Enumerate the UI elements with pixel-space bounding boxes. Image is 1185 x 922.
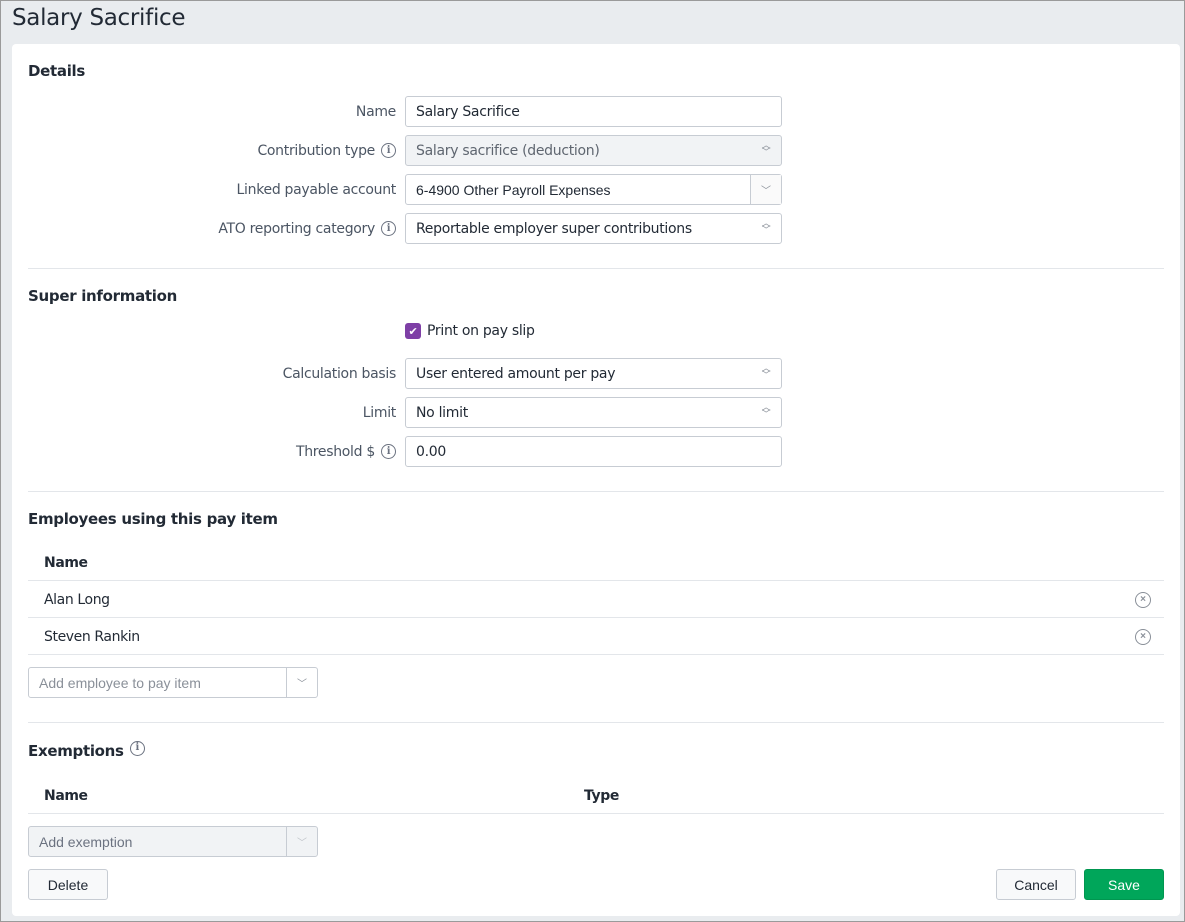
limit-label-text: Limit — [362, 404, 397, 421]
ato-reporting-category-label-text: ATO reporting category — [218, 220, 375, 237]
contribution-type-label: Contribution type i — [257, 135, 396, 166]
employees-column-name: Name — [44, 555, 88, 571]
threshold-label-text: Threshold $ — [295, 443, 375, 460]
section-divider — [28, 722, 1164, 723]
table-divider — [28, 580, 1164, 581]
limit-value: No limit — [416, 404, 468, 421]
threshold-label: Threshold $ i — [296, 436, 396, 467]
save-button[interactable]: Save — [1084, 869, 1164, 900]
info-icon[interactable]: i — [381, 143, 396, 158]
remove-circle-x-icon[interactable]: × — [1135, 592, 1151, 608]
linked-payable-account-combobox[interactable]: 6-4900 Other Payroll Expenses ﹀ — [405, 174, 782, 205]
name-value: Salary Sacrifice — [416, 103, 520, 120]
contribution-type-label-text: Contribution type — [257, 142, 375, 159]
exemptions-heading-row: Exemptions i — [28, 740, 145, 760]
linked-payable-account-label: Linked payable account — [236, 174, 397, 205]
threshold-input[interactable]: 0.00 — [405, 436, 782, 467]
table-divider — [28, 654, 1164, 655]
employees-heading: Employees using this pay item — [28, 510, 278, 528]
info-icon[interactable]: i — [381, 444, 396, 459]
info-icon[interactable]: i — [129, 740, 145, 756]
name-label: Name — [356, 96, 396, 127]
pay-item-card: Details Name Salary Sacrifice Contributi… — [12, 44, 1180, 916]
super-information-heading: Super information — [28, 287, 178, 305]
exemptions-column-name: Name — [44, 788, 88, 804]
ato-reporting-category-label: ATO reporting category i — [218, 213, 396, 244]
print-on-pay-slip-row[interactable]: ✔ Print on pay slip — [405, 323, 535, 339]
name-label-text: Name — [355, 103, 396, 120]
updown-chevron-icon: ︿ ﹀ — [761, 403, 771, 420]
calculation-basis-label-text: Calculation basis — [282, 365, 397, 382]
limit-select[interactable]: No limit ︿ ﹀ — [405, 397, 782, 428]
updown-chevron-icon: ︿ ﹀ — [761, 219, 771, 236]
employee-name: Steven Rankin — [44, 629, 140, 645]
chevron-down-icon[interactable]: ﹀ — [750, 175, 781, 204]
add-employee-placeholder: Add employee to pay item — [39, 674, 201, 691]
updown-chevron-icon: ︿ ﹀ — [761, 141, 771, 158]
updown-chevron-icon: ︿ ﹀ — [761, 364, 771, 381]
chevron-down-icon: ﹀ — [286, 827, 317, 856]
section-divider — [28, 268, 1164, 269]
print-on-pay-slip-checkbox[interactable]: ✔ — [405, 323, 421, 339]
name-input[interactable]: Salary Sacrifice — [405, 96, 782, 127]
contribution-type-value: Salary sacrifice (deduction) — [416, 142, 600, 159]
add-exemption-placeholder: Add exemption — [39, 833, 133, 850]
linked-payable-account-value: 6-4900 Other Payroll Expenses — [416, 181, 611, 198]
limit-label: Limit — [362, 397, 397, 428]
calculation-basis-label: Calculation basis — [282, 358, 397, 389]
remove-circle-x-icon[interactable]: × — [1135, 629, 1151, 645]
section-divider — [28, 491, 1164, 492]
contribution-type-select: Salary sacrifice (deduction) ︿ ﹀ — [405, 135, 782, 166]
calculation-basis-select[interactable]: User entered amount per pay ︿ ﹀ — [405, 358, 782, 389]
print-on-pay-slip-label[interactable]: Print on pay slip — [427, 323, 535, 339]
linked-payable-account-label-text: Linked payable account — [236, 181, 397, 198]
table-divider — [28, 617, 1164, 618]
add-employee-combobox[interactable]: Add employee to pay item ﹀ — [28, 667, 318, 698]
cancel-button[interactable]: Cancel — [996, 869, 1076, 900]
delete-button[interactable]: Delete — [28, 869, 108, 900]
add-exemption-combobox: Add exemption ﹀ — [28, 826, 318, 857]
details-heading: Details — [28, 62, 86, 80]
ato-reporting-category-value: Reportable employer super contributions — [416, 220, 692, 237]
table-divider — [28, 813, 1164, 814]
employee-name: Alan Long — [44, 592, 110, 608]
exemptions-heading: Exemptions — [28, 742, 124, 760]
calculation-basis-value: User entered amount per pay — [416, 365, 616, 382]
threshold-value: 0.00 — [416, 443, 446, 460]
ato-reporting-category-select[interactable]: Reportable employer super contributions … — [405, 213, 782, 244]
exemptions-column-type: Type — [584, 788, 619, 804]
chevron-down-icon[interactable]: ﹀ — [286, 668, 317, 697]
info-icon[interactable]: i — [381, 221, 396, 236]
page-title: Salary Sacrifice — [12, 5, 186, 31]
